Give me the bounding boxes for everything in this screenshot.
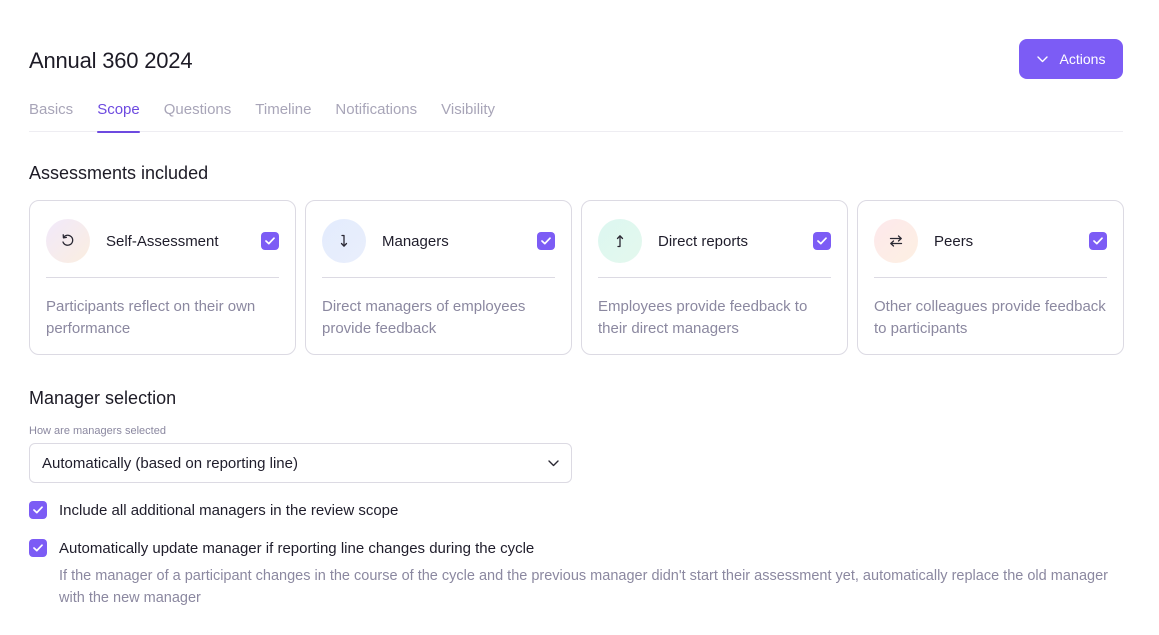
additional-managers-checkbox[interactable] [29, 501, 47, 519]
auto-update-manager-checkbox[interactable] [29, 539, 47, 557]
assessment-card-description: Other colleagues provide feedback to par… [874, 298, 1106, 337]
tab-timeline[interactable]: Timeline [255, 101, 311, 132]
auto-update-manager-label: Automatically update manager if reportin… [59, 539, 535, 557]
peers-checkbox[interactable] [1089, 232, 1107, 250]
manager-selection-field-label: How are managers selected [29, 425, 166, 437]
check-icon [1093, 237, 1103, 245]
manager-selection-title: Manager selection [29, 388, 177, 408]
manager-selection-select[interactable]: Automatically (based on reporting line) [29, 443, 572, 483]
assessment-card-description: Direct managers of employees provide fee… [322, 298, 526, 337]
assessment-card-label: Peers [934, 232, 974, 250]
tab-questions[interactable]: Questions [164, 101, 232, 132]
page-title: Annual 360 2024 [29, 48, 193, 73]
assessment-card-label: Self-Assessment [106, 232, 219, 250]
additional-managers-label: Include all additional managers in the r… [59, 501, 399, 519]
direct-reports-checkbox[interactable] [813, 232, 831, 250]
tab-visibility[interactable]: Visibility [441, 101, 495, 132]
assessment-card-label: Direct reports [658, 232, 749, 250]
assessment-card-managers[interactable]: Managers Direct managers of employees pr… [305, 200, 572, 355]
arrow-up-icon [598, 219, 642, 263]
managers-checkbox[interactable] [537, 232, 555, 250]
assessment-card-label: Managers [382, 232, 449, 250]
option-additional-managers: Include all additional managers in the r… [29, 501, 398, 519]
assessment-cards: Self-Assessment Participants reflect on … [29, 200, 1124, 355]
actions-button-label: Actions [1059, 51, 1106, 67]
check-icon [265, 237, 275, 245]
tab-bar: Basics Scope Questions Timeline Notifica… [29, 101, 1123, 133]
assessment-card-peers[interactable]: Peers Other colleagues provide feedback … [857, 200, 1124, 355]
tab-basics[interactable]: Basics [29, 101, 73, 132]
arrows-swap-icon [874, 219, 918, 263]
actions-button[interactable]: Actions [1019, 39, 1123, 79]
manager-selection-value: Automatically (based on reporting line) [42, 454, 298, 472]
chevron-down-icon [1036, 55, 1048, 62]
assessment-card-direct-reports[interactable]: Direct reports Employees provide feedbac… [581, 200, 848, 355]
self-assessment-checkbox[interactable] [261, 232, 279, 250]
arrow-down-icon [322, 219, 366, 263]
check-icon [817, 237, 827, 245]
check-icon [33, 506, 43, 514]
option-auto-update-manager: Automatically update manager if reportin… [29, 539, 534, 557]
tab-notifications[interactable]: Notifications [335, 101, 417, 132]
assessment-card-description: Employees provide feedback to their dire… [598, 298, 808, 337]
chevron-down-icon [548, 459, 559, 466]
check-icon [541, 237, 551, 245]
assessment-card-description: Participants reflect on their own perfor… [46, 298, 256, 337]
assessment-card-self[interactable]: Self-Assessment Participants reflect on … [29, 200, 296, 355]
assessments-section-title: Assessments included [29, 163, 209, 183]
check-icon [33, 544, 43, 552]
tab-scope[interactable]: Scope [97, 101, 140, 133]
rotate-ccw-icon [46, 219, 90, 263]
auto-update-manager-help: If the manager of a participant changes … [59, 568, 1108, 606]
